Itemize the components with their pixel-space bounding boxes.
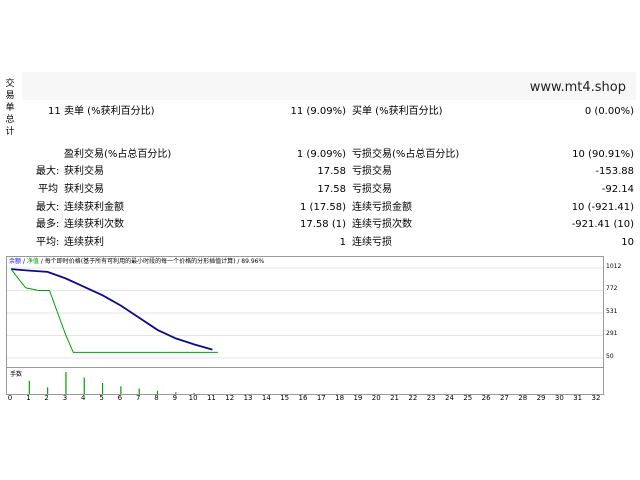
loss-trades-value: 10 (90.91%) — [572, 149, 634, 160]
volume-bar — [47, 387, 49, 394]
x-tick-label: 8 — [154, 394, 159, 402]
row-prefix-max: 最大: — [36, 202, 60, 213]
x-tick-label: 7 — [135, 394, 141, 402]
buy-orders-label: 买单 (%获利百分比) — [352, 106, 443, 117]
x-axis: 0 1 2 3 4 5 6 7 8 9 10 11 12 13 14 15 16 17 18 19 20 21 22 23 24… — [0, 394, 640, 406]
x-tick-label: 28 — [518, 394, 528, 402]
volume-plot — [28, 372, 195, 394]
max-consec-loss-amount-value: 10 (-921.41) — [571, 202, 634, 213]
x-tick-label: 26 — [481, 394, 491, 402]
balance-series-line — [10, 268, 213, 351]
legend-equity: 净值 — [26, 258, 39, 265]
x-tick-label: 12 — [225, 394, 235, 402]
y-tick-label: 291 — [606, 330, 618, 338]
sell-count: 11 — [48, 106, 61, 117]
balance-equity-plot — [7, 267, 603, 359]
volume-label: 手数 — [10, 371, 23, 378]
x-tick-label: 11 — [206, 394, 216, 402]
x-tick-label: 25 — [463, 394, 473, 402]
chart-legend: 余额 / 净值 / 每个即时价格(基于所有可利用的最小时段的每一个价格的分形插值… — [9, 258, 264, 266]
avg-consec-loss-label: 连续亏损 — [352, 237, 392, 248]
x-tick-label: 3 — [62, 394, 68, 402]
x-tick-label: 4 — [81, 394, 86, 402]
y-axis: 1012 772 531 291 50 — [603, 256, 637, 366]
volume-bar — [65, 372, 67, 394]
balance-equity-chart[interactable]: 余额 / 净值 / 每个即时价格(基于所有可利用的最小时段的每一个价格的分形插值… — [6, 256, 604, 368]
max-consec-profit-amount-value: 1 (17.58) — [300, 202, 346, 213]
max-consec-loss-count-value: -921.41 (10) — [571, 219, 634, 230]
x-tick-label: 21 — [390, 394, 400, 402]
x-tick-label: 19 — [353, 394, 363, 402]
equity-series-line — [10, 268, 218, 353]
x-tick-label: 22 — [408, 394, 418, 402]
max-consec-profit-count-value: 17.58 (1) — [300, 219, 346, 230]
profit-trades-value: 1 (9.09%) — [296, 149, 346, 160]
buy-orders-value: 0 (0.00%) — [584, 106, 634, 117]
row-prefix-most: 最多: — [36, 219, 60, 230]
avg-loss-value: -92.14 — [601, 184, 634, 195]
volume-chart[interactable]: 手数 — [6, 367, 604, 395]
x-tick-label: 9 — [172, 394, 178, 402]
sell-orders-value: 11 (9.09%) — [290, 106, 346, 117]
row-prefix-max: 最大: — [36, 166, 60, 177]
avg-profit-label: 获利交易 — [64, 184, 104, 195]
y-tick-label: 531 — [606, 308, 618, 315]
x-tick-label: 20 — [371, 394, 381, 402]
x-tick-label: 5 — [99, 394, 104, 402]
x-tick-label: 29 — [536, 394, 546, 402]
x-tick-label: 6 — [117, 394, 123, 402]
avg-loss-label: 亏损交易 — [352, 184, 392, 195]
avg-consec-profit-label: 连续获利 — [64, 237, 104, 248]
x-tick-label: 10 — [188, 394, 198, 402]
max-consec-profit-count-label: 连续获利次数 — [64, 219, 124, 230]
x-tick-label: 16 — [298, 394, 308, 402]
x-tick-label: 17 — [316, 394, 326, 402]
x-tick-label: 18 — [335, 394, 345, 402]
x-tick-label: 30 — [554, 394, 564, 402]
max-profit-value: 17.58 — [317, 166, 346, 177]
x-tick-label: 13 — [243, 394, 253, 402]
sell-orders-label: 卖单 (%获利百分比) — [64, 106, 155, 117]
row-prefix-average: 平均 — [38, 184, 58, 195]
legend-balance: 余额 — [9, 258, 22, 265]
max-consec-profit-amount-label: 连续获利金额 — [64, 202, 124, 213]
x-tick-label: 32 — [591, 394, 601, 402]
y-tick-label: 772 — [606, 285, 618, 293]
x-tick-label: 23 — [426, 394, 436, 402]
x-tick-label: 1 — [26, 394, 31, 402]
max-consec-loss-amount-label: 连续亏损金额 — [352, 202, 412, 213]
volume-bar — [120, 386, 122, 394]
legend-description: / 每个即时价格(基于所有可利用的最小时段的每一个价格的分形插值计算) / 89… — [40, 258, 265, 265]
max-profit-label: 获利交易 — [64, 166, 104, 177]
profit-trades-label: 盈利交易(%占总百分比) — [64, 149, 172, 160]
max-consec-loss-count-label: 连续亏损次数 — [352, 219, 412, 230]
x-tick-label: 14 — [261, 394, 271, 402]
legend-separator: / — [22, 258, 25, 265]
volume-bar — [28, 380, 30, 394]
volume-bar — [101, 383, 104, 394]
loss-trades-label: 亏损交易(%占总百分比) — [352, 149, 460, 160]
x-tick-label: 31 — [573, 394, 583, 402]
x-tick-label: 2 — [44, 394, 49, 402]
x-tick-label: 15 — [280, 394, 290, 402]
avg-consec-loss-value: 10 — [621, 237, 634, 248]
max-loss-value: -153.88 — [595, 166, 634, 177]
max-loss-label: 亏损交易 — [352, 166, 392, 177]
avg-profit-value: 17.58 — [317, 184, 346, 195]
y-tick-label: 1012 — [606, 263, 622, 270]
x-tick-label: 0 — [7, 394, 13, 402]
statistics-table: 11 卖单 (%获利百分比) 11 (9.09%) 买单 (%获利百分比) 0 … — [0, 0, 640, 250]
y-tick-label: 50 — [606, 353, 614, 360]
row-prefix-average: 平均: — [36, 237, 60, 248]
x-tick-label: 24 — [445, 394, 454, 402]
x-tick-label: 27 — [499, 394, 509, 402]
avg-consec-profit-value: 1 — [339, 237, 346, 248]
volume-bar — [83, 377, 85, 394]
